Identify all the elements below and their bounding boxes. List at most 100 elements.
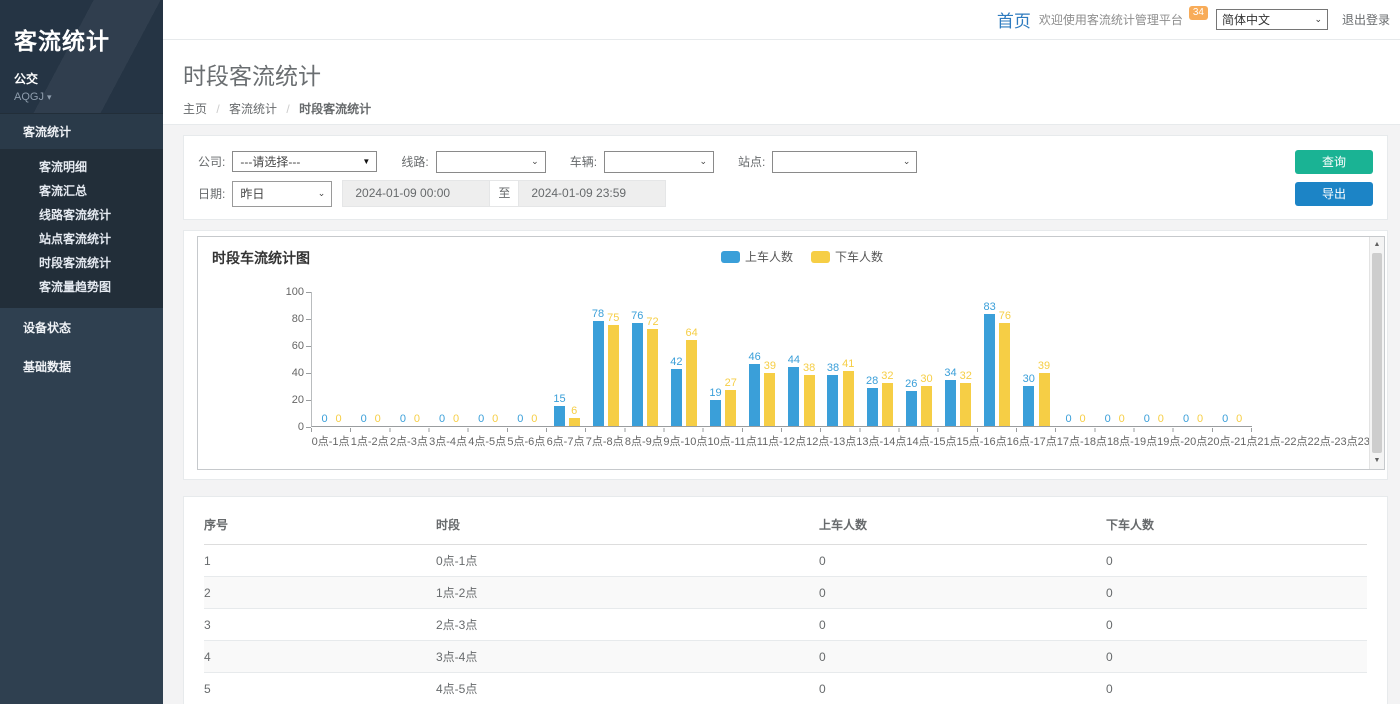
sidebar-submenu: 客流明细 客流汇总 线路客流统计 站点客流统计 时段客流统计 客流量趋势图 bbox=[0, 149, 163, 307]
table-cell: 0 bbox=[819, 673, 1106, 704]
bar: 27 bbox=[725, 377, 737, 426]
sidebar-item-keliu-qushi[interactable]: 客流量趋势图 bbox=[0, 275, 163, 299]
user-menu[interactable]: AQGJ▾ bbox=[14, 91, 149, 103]
welcome-text: 欢迎使用客流统计管理平台 bbox=[1039, 11, 1183, 28]
bar-rect bbox=[710, 400, 721, 426]
table-cell: 4 bbox=[204, 641, 436, 673]
bar-rect bbox=[764, 373, 775, 426]
company-select[interactable]: ---请选择--- ▼ bbox=[232, 151, 377, 172]
sidebar-item-keliu-mingxi[interactable]: 客流明细 bbox=[0, 155, 163, 179]
date-end-input[interactable]: 2024-01-09 23:59 bbox=[518, 180, 666, 207]
bar: 0 bbox=[1195, 413, 1206, 426]
bar-group: 2630 bbox=[899, 291, 938, 426]
breadcrumb-current: 时段客流统计 bbox=[299, 102, 371, 116]
sidebar-item-zhandian-keliu[interactable]: 站点客流统计 bbox=[0, 227, 163, 251]
station-select[interactable]: ⌄ bbox=[772, 151, 917, 173]
line-select[interactable]: ⌄ bbox=[436, 151, 546, 173]
x-axis-label: 15点-16点 bbox=[957, 433, 1007, 449]
bar-value-label: 76 bbox=[631, 310, 643, 322]
language-select[interactable]: 简体中文 ⌄ bbox=[1216, 9, 1328, 30]
bar: 64 bbox=[685, 327, 697, 426]
bar-value-label: 0 bbox=[453, 413, 459, 425]
bar-value-label: 26 bbox=[905, 378, 917, 390]
bar: 0 bbox=[1102, 413, 1113, 426]
table-cell: 0 bbox=[819, 609, 1106, 641]
bar-value-label: 0 bbox=[1144, 413, 1150, 425]
y-axis-label: 80 bbox=[270, 313, 304, 325]
x-axis-label: 16点-17点 bbox=[1007, 433, 1057, 449]
table-cell: 0 bbox=[1106, 577, 1367, 609]
sidebar-item-keliu-huizong[interactable]: 客流汇总 bbox=[0, 179, 163, 203]
col-header-index: 序号 bbox=[204, 507, 436, 545]
page-heading: 时段客流统计 主页 / 客流统计 / 时段客流统计 bbox=[163, 40, 1400, 125]
sidebar-item-keliu-tongji[interactable]: 客流统计 bbox=[0, 113, 163, 149]
bar-group: 00 bbox=[1095, 291, 1134, 426]
logout-link[interactable]: 退出登录 bbox=[1342, 11, 1390, 28]
bar: 0 bbox=[451, 413, 462, 426]
bar: 76 bbox=[999, 310, 1011, 426]
bar-group: 156 bbox=[547, 291, 586, 426]
scroll-up-icon[interactable]: ▲ bbox=[1370, 238, 1384, 252]
bar: 0 bbox=[476, 413, 487, 426]
x-axis-label: 3点-4点 bbox=[429, 433, 467, 449]
bar-group: 2832 bbox=[860, 291, 899, 426]
bar-value-label: 46 bbox=[749, 351, 761, 363]
breadcrumb-keliu-tongji[interactable]: 客流统计 bbox=[229, 102, 277, 116]
bar: 39 bbox=[764, 360, 776, 426]
bar-group: 00 bbox=[1134, 291, 1173, 426]
export-button[interactable]: 导出 bbox=[1295, 182, 1373, 206]
table-body: 10点-1点0021点-2点0032点-3点0043点-4点0054点-5点00… bbox=[204, 545, 1367, 704]
breadcrumb-home[interactable]: 主页 bbox=[183, 102, 207, 116]
bar-group: 00 bbox=[1056, 291, 1095, 426]
bar-value-label: 83 bbox=[983, 301, 995, 313]
vehicle-select[interactable]: ⌄ bbox=[604, 151, 714, 173]
x-axis-label: 0点-1点 bbox=[312, 433, 350, 449]
query-button[interactable]: 查询 bbox=[1295, 150, 1373, 174]
bar-value-label: 6 bbox=[571, 405, 577, 417]
chart-box: 时段车流统计图 上车人数 下车人数 0000000000001567875767… bbox=[197, 236, 1385, 470]
bar-group: 00 bbox=[351, 291, 390, 426]
sidebar-item-shiduan-keliu[interactable]: 时段客流统计 bbox=[0, 251, 163, 275]
bar: 0 bbox=[515, 413, 526, 426]
bar-group: 00 bbox=[508, 291, 547, 426]
bar-value-label: 75 bbox=[607, 312, 619, 324]
scroll-down-icon[interactable]: ▼ bbox=[1370, 454, 1384, 468]
legend-boarding[interactable]: 上车人数 bbox=[721, 248, 793, 265]
bar: 0 bbox=[1155, 413, 1166, 426]
bar-value-label: 32 bbox=[960, 370, 972, 382]
chart-panel: 时段车流统计图 上车人数 下车人数 0000000000001567875767… bbox=[183, 230, 1388, 480]
bar: 0 bbox=[1063, 413, 1074, 426]
table-cell: 0 bbox=[819, 641, 1106, 673]
breadcrumb: 主页 / 客流统计 / 时段客流统计 bbox=[183, 100, 1400, 117]
legend-alighting[interactable]: 下车人数 bbox=[811, 248, 883, 265]
home-link[interactable]: 首页 bbox=[997, 7, 1031, 32]
date-start-input[interactable]: 2024-01-09 00:00 bbox=[342, 180, 490, 207]
bar-rect bbox=[984, 314, 995, 426]
bar: 0 bbox=[1116, 413, 1127, 426]
bar-group: 00 bbox=[1213, 291, 1252, 426]
sidebar-item-shebei-zhuangtai[interactable]: 设备状态 bbox=[0, 307, 163, 347]
chart-vertical-scrollbar[interactable]: ▲ ▼ bbox=[1369, 237, 1384, 469]
bar-value-label: 0 bbox=[1105, 413, 1111, 425]
bar-rect bbox=[632, 323, 643, 426]
bar-value-label: 0 bbox=[375, 413, 381, 425]
bar-group: 7672 bbox=[625, 291, 664, 426]
filter-panel: 公司: ---请选择--- ▼ 线路: ⌄ 车辆: ⌄ 站点: bbox=[183, 135, 1388, 220]
sidebar-item-xianlu-keliu[interactable]: 线路客流统计 bbox=[0, 203, 163, 227]
notification-badge[interactable]: 34 bbox=[1189, 6, 1208, 20]
bar-group: 00 bbox=[1173, 291, 1212, 426]
scrollbar-thumb[interactable] bbox=[1372, 253, 1382, 453]
x-axis-label: 22点-23点 bbox=[1308, 433, 1358, 449]
bar-rect bbox=[906, 391, 917, 426]
date-preset-select[interactable]: 昨日 ⌄ bbox=[232, 181, 332, 207]
bar-group: 00 bbox=[429, 291, 468, 426]
sidebar-item-jichu-shuju[interactable]: 基础数据 bbox=[0, 347, 163, 386]
x-axis-label: 5点-6点 bbox=[507, 433, 545, 449]
bar-value-label: 30 bbox=[1023, 373, 1035, 385]
bar-value-label: 0 bbox=[439, 413, 445, 425]
bar-group: 00 bbox=[312, 291, 351, 426]
table-cell: 3 bbox=[204, 609, 436, 641]
bar: 44 bbox=[788, 354, 800, 426]
bar-value-label: 38 bbox=[827, 362, 839, 374]
language-value: 简体中文 bbox=[1222, 11, 1270, 28]
